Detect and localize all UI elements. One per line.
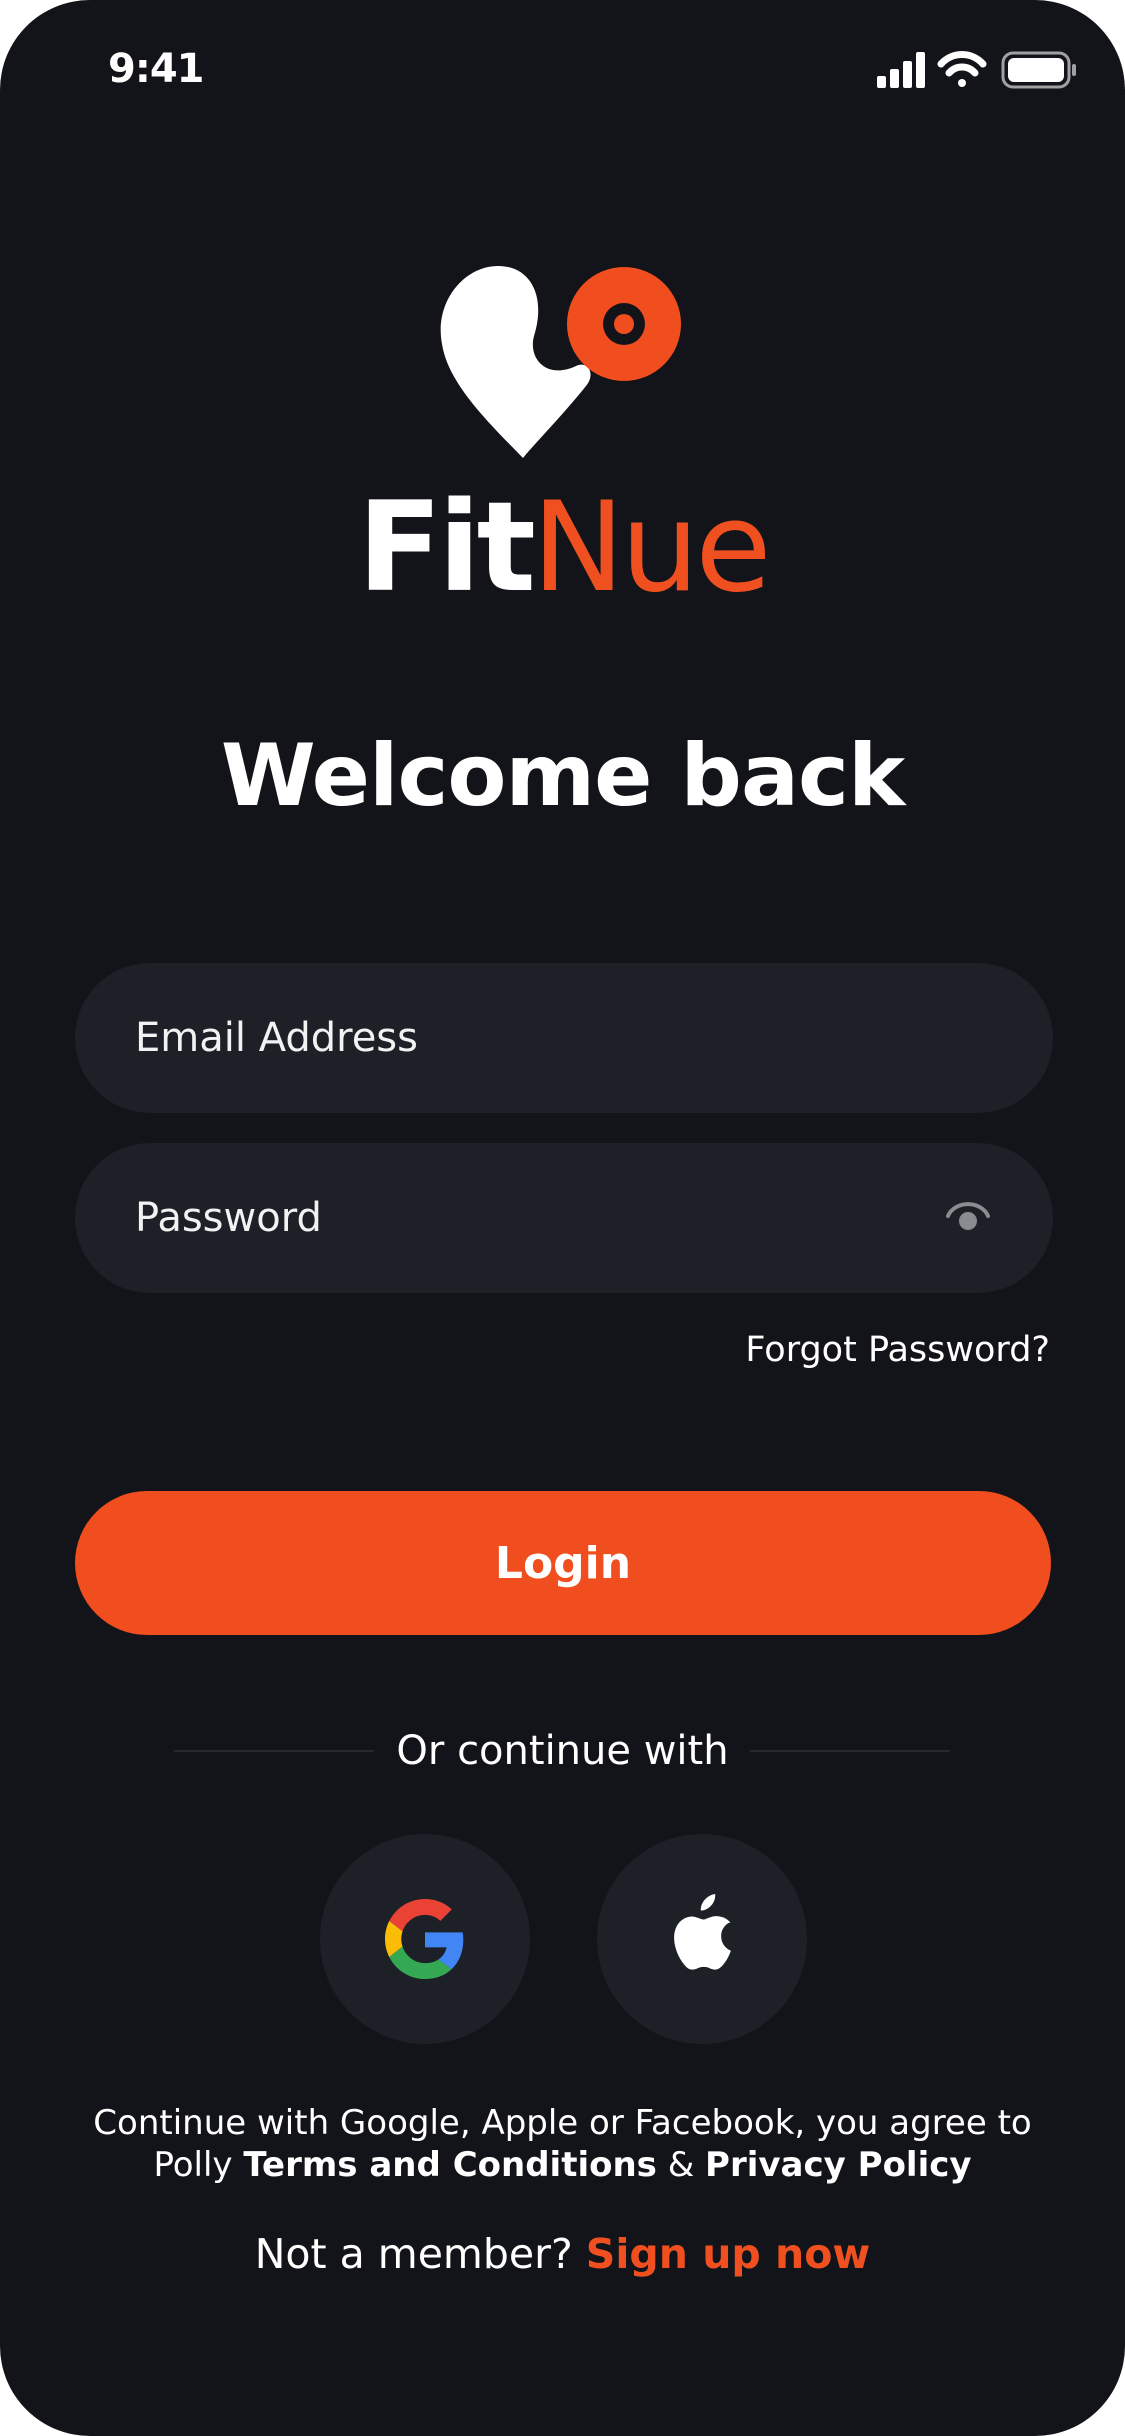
- terms-and-conditions-link[interactable]: Terms and Conditions: [243, 2145, 657, 2185]
- terms-line1: Continue with Google, Apple or Facebook,…: [93, 2103, 1032, 2143]
- wifi-icon: [937, 51, 987, 87]
- terms-ampersand: &: [667, 2145, 695, 2185]
- divider-text: Or continue with: [396, 1728, 729, 1774]
- privacy-policy-link[interactable]: Privacy Policy: [705, 2145, 972, 2185]
- battery-icon: [1001, 51, 1076, 89]
- status-time: 9:41: [108, 46, 204, 92]
- terms-prefix: Polly: [153, 2145, 233, 2185]
- cellular-signal-icon: [877, 52, 925, 88]
- password-visibility-toggle[interactable]: [940, 1198, 996, 1238]
- google-icon: [385, 1899, 464, 1979]
- login-button[interactable]: Login: [75, 1491, 1051, 1635]
- eye-icon: [946, 1202, 990, 1230]
- page-title: Welcome back: [220, 726, 905, 826]
- google-button[interactable]: [320, 1834, 530, 2044]
- signup-prompt: Not a member? Sign up now: [0, 2230, 1125, 2278]
- password-field[interactable]: [75, 1143, 1053, 1293]
- apple-button[interactable]: [597, 1834, 807, 2044]
- divider-right: [750, 1750, 950, 1752]
- brand-wordmark: FitNue: [0, 486, 1125, 610]
- terms-line2: Polly Terms and Conditions & Privacy Pol…: [60, 2144, 1065, 2186]
- apple-icon: [674, 1894, 731, 1970]
- sign-up-link[interactable]: Sign up now: [586, 2230, 870, 2278]
- heart-target-logo-icon: [0, 262, 1125, 462]
- email-field[interactable]: [75, 963, 1053, 1113]
- forgot-password-link[interactable]: Forgot Password?: [745, 1330, 1050, 1370]
- signup-prompt-text: Not a member?: [254, 2230, 573, 2278]
- login-screen: 9:41 FitNue Welcome back Email Address F…: [0, 0, 1125, 2436]
- brand-name-fit: Fit: [357, 476, 535, 620]
- brand-name-nue: Nue: [531, 476, 772, 620]
- status-icons: [877, 50, 1077, 90]
- terms-notice: Continue with Google, Apple or Facebook,…: [60, 2102, 1065, 2186]
